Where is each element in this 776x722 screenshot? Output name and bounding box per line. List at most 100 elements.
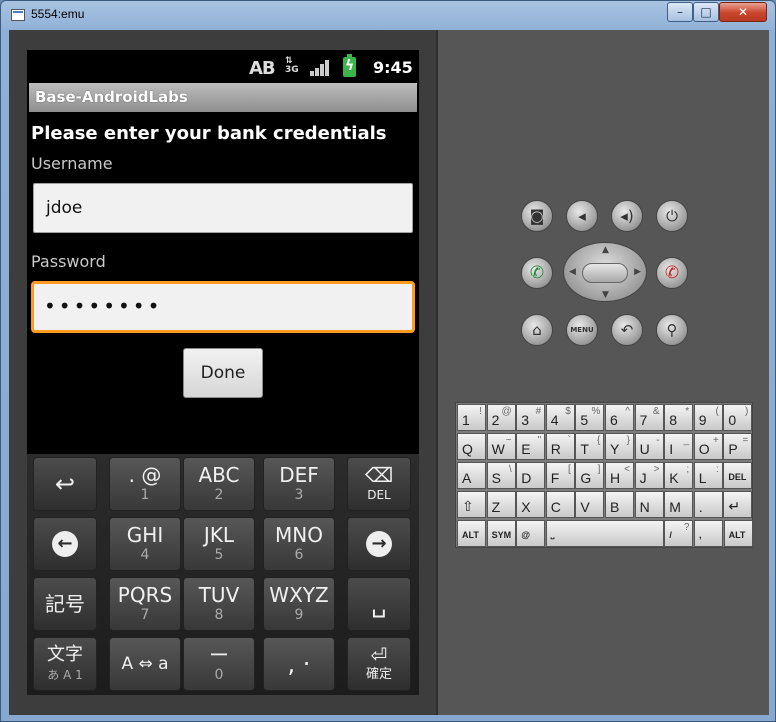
hw-key-sublabel: [ [568, 464, 571, 475]
hw-key-3-6[interactable]: N [634, 491, 664, 518]
hw-key-label: 2 [491, 412, 500, 428]
dpad-right-icon[interactable]: ▶ [634, 267, 641, 277]
cursor-right-key[interactable]: → [347, 517, 411, 571]
hw-key-2-5[interactable]: H < [605, 462, 634, 489]
menu-button[interactable]: MENU [566, 314, 598, 346]
hw-key-0-4[interactable]: 5% [575, 404, 605, 431]
hw-key-0-8[interactable]: 9( [693, 404, 723, 431]
cursor-left-key[interactable]: ← [33, 517, 97, 571]
case-toggle-key[interactable]: A ⇔ a [109, 637, 181, 691]
password-value: •••••••• [44, 294, 163, 318]
hw-key-0-7[interactable]: 8 * [664, 404, 694, 431]
hw-key-4-3[interactable]: ⎵ [545, 520, 664, 547]
end-call-button[interactable]: ✆ [656, 257, 688, 289]
key-6[interactable]: MNO 6 [263, 517, 335, 571]
enter-key[interactable]: ⏎ 確定 [347, 637, 411, 691]
hw-key-1-0[interactable]: Q [457, 433, 486, 460]
power-button[interactable]: ⏻ [656, 200, 688, 232]
punctuation-key[interactable]: , · [263, 637, 335, 691]
hw-key-label: 3 [521, 412, 529, 428]
key-0[interactable]: ー0 [183, 637, 255, 691]
back-button[interactable]: ↶ [611, 314, 643, 346]
hw-key-2-7[interactable]: K; [664, 462, 694, 489]
hw-key-4-5[interactable]: , [694, 520, 723, 547]
minimize-button[interactable]: – [667, 2, 693, 22]
dpad-center[interactable] [582, 263, 628, 283]
hw-key-2-9[interactable]: DEL [723, 462, 753, 489]
dpad-down-icon[interactable]: ▼ [602, 290, 609, 300]
call-button[interactable]: ✆ [521, 257, 553, 289]
hw-key-0-5[interactable]: 6 ^ [605, 404, 634, 431]
volume-down-button[interactable]: ◂ [566, 200, 598, 232]
key-label: JKL [203, 523, 235, 547]
hw-key-0-2[interactable]: 3 # [516, 404, 546, 431]
title-bar[interactable]: 5554:emu – □ ✕ [1, 1, 775, 29]
hw-key-1-7[interactable]: I _ [664, 433, 694, 460]
hw-key-4-2[interactable]: @ [516, 520, 546, 547]
hw-key-sublabel: + [712, 435, 719, 446]
hw-key-0-6[interactable]: 7 & [634, 404, 664, 431]
hw-key-1-9[interactable]: P = [723, 433, 753, 460]
hw-key-3-4[interactable]: V [575, 491, 605, 518]
hw-key-label: ⇧ [462, 498, 474, 514]
delete-key[interactable]: ⌫ DEL [347, 457, 411, 511]
hw-key-2-0[interactable]: A [457, 462, 486, 489]
key-4[interactable]: GHI 4 [109, 517, 181, 571]
hw-key-4-0[interactable]: ALT [457, 520, 486, 547]
hw-key-3-5[interactable]: B [605, 491, 634, 518]
username-field[interactable]: jdoe [33, 183, 413, 233]
hw-key-2-2[interactable]: D [516, 462, 546, 489]
hw-key-3-9[interactable]: ↵ [723, 491, 753, 518]
hw-key-label: L [698, 470, 707, 486]
hw-key-1-4[interactable]: T{ [575, 433, 605, 460]
hw-key-4-4[interactable]: /? [664, 520, 694, 547]
done-button[interactable]: Done [183, 348, 263, 398]
hw-key-1-3[interactable]: R ` [545, 433, 575, 460]
hw-key-4-6[interactable]: ALT [723, 520, 753, 547]
camera-button[interactable]: ◙ [521, 200, 553, 232]
dpad[interactable]: ▲ ▼ ◀ ▶ [563, 242, 647, 302]
hw-key-1-6[interactable]: U- [634, 433, 664, 460]
hw-key-1-1[interactable]: W ~ [486, 433, 516, 460]
key-5[interactable]: JKL 5 [183, 517, 255, 571]
hw-key-4-1[interactable]: SYM [486, 520, 516, 547]
key-9[interactable]: WXYZ 9 [263, 577, 335, 631]
home-button[interactable]: ⌂ [521, 314, 553, 346]
hw-key-3-0[interactable]: ⇧ [457, 491, 486, 518]
hw-key-0-1[interactable]: 2 @ [486, 404, 516, 431]
dpad-up-icon[interactable]: ▲ [602, 245, 609, 255]
hw-key-1-8[interactable]: O + [693, 433, 723, 460]
hw-key-0-0[interactable]: 1! [457, 404, 486, 431]
key-1[interactable]: . @1 [109, 457, 181, 511]
search-button[interactable]: ⚲ [656, 314, 688, 346]
symbol-key[interactable]: 記号 [33, 577, 97, 631]
undo-key[interactable]: ↩ [33, 457, 97, 511]
hw-key-0-3[interactable]: 4 $ [545, 404, 575, 431]
password-field[interactable]: •••••••• [31, 281, 415, 333]
hw-key-2-4[interactable]: G] [575, 462, 605, 489]
hw-key-1-5[interactable]: Y} [605, 433, 634, 460]
hw-key-1-2[interactable]: E " [516, 433, 546, 460]
hw-key-3-2[interactable]: X [516, 491, 546, 518]
hw-key-2-3[interactable]: F[ [545, 462, 575, 489]
input-mode-key[interactable]: 文字あ A 1 [33, 637, 97, 691]
key-2[interactable]: ABC 2 [183, 457, 255, 511]
maximize-button[interactable]: □ [693, 2, 719, 22]
hw-key-3-1[interactable]: Z [486, 491, 516, 518]
key-7[interactable]: PQRS 7 [109, 577, 181, 631]
hw-key-3-7[interactable]: M [664, 491, 694, 518]
close-button[interactable]: ✕ [719, 2, 767, 22]
hw-key-2-8[interactable]: L: [693, 462, 723, 489]
dpad-left-icon[interactable]: ◀ [569, 267, 576, 277]
space-key[interactable]: ␣ [347, 577, 411, 631]
key-sublabel: あ A 1 [47, 668, 83, 682]
hw-key-3-3[interactable]: C [545, 491, 575, 518]
key-3[interactable]: DEF 3 [263, 457, 335, 511]
volume-up-button[interactable]: ◂) [611, 200, 643, 232]
hw-key-2-6[interactable]: J > [634, 462, 664, 489]
hw-key-2-1[interactable]: S \ [486, 462, 516, 489]
hw-key-3-8[interactable]: . [693, 491, 723, 518]
hw-key-0-9[interactable]: 0) [723, 404, 753, 431]
hw-key-sublabel: ^ [625, 406, 630, 417]
key-8[interactable]: TUV 8 [183, 577, 255, 631]
